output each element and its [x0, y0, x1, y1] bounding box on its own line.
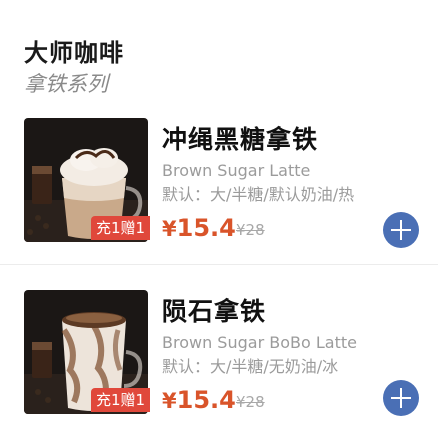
add-to-cart-button[interactable] — [383, 212, 419, 248]
original-price: ¥28 — [236, 393, 265, 411]
product-english-name: Brown Sugar Latte — [162, 161, 311, 180]
product-card-brown-sugar-latte[interactable]: 充1赠1 冲绳黑糖拿铁 Brown Sugar Latte 默认：大/半糖/默认… — [0, 108, 438, 253]
promo-badge: 充1赠1 — [91, 216, 151, 240]
price-value: 15.4 — [176, 386, 236, 414]
product-default-options: 默认：大/半糖/无奶油/冰 — [162, 357, 339, 376]
add-to-cart-button[interactable] — [383, 380, 419, 416]
product-price: ¥15.4 — [162, 213, 236, 244]
currency-symbol: ¥ — [162, 389, 177, 413]
product-english-name: Brown Sugar BoBo Latte — [162, 333, 357, 352]
section-subtitle: 拿铁系列 — [24, 72, 108, 96]
promo-badge: 充1赠1 — [91, 388, 151, 412]
product-default-options: 默认：大/半糖/默认奶油/热 — [162, 185, 355, 204]
original-price: ¥28 — [236, 221, 265, 239]
product-card-bobo-latte[interactable]: 充1赠1 陨石拿铁 Brown Sugar BoBo Latte 默认：大/半糖… — [0, 280, 438, 425]
currency-symbol: ¥ — [162, 217, 177, 241]
product-price: ¥15.4 — [162, 385, 236, 416]
section-title: 大师咖啡 — [24, 39, 124, 67]
product-name: 冲绳黑糖拿铁 — [162, 125, 319, 154]
product-name: 陨石拿铁 — [162, 297, 267, 326]
price-value: 15.4 — [176, 214, 236, 242]
divider — [0, 264, 438, 265]
